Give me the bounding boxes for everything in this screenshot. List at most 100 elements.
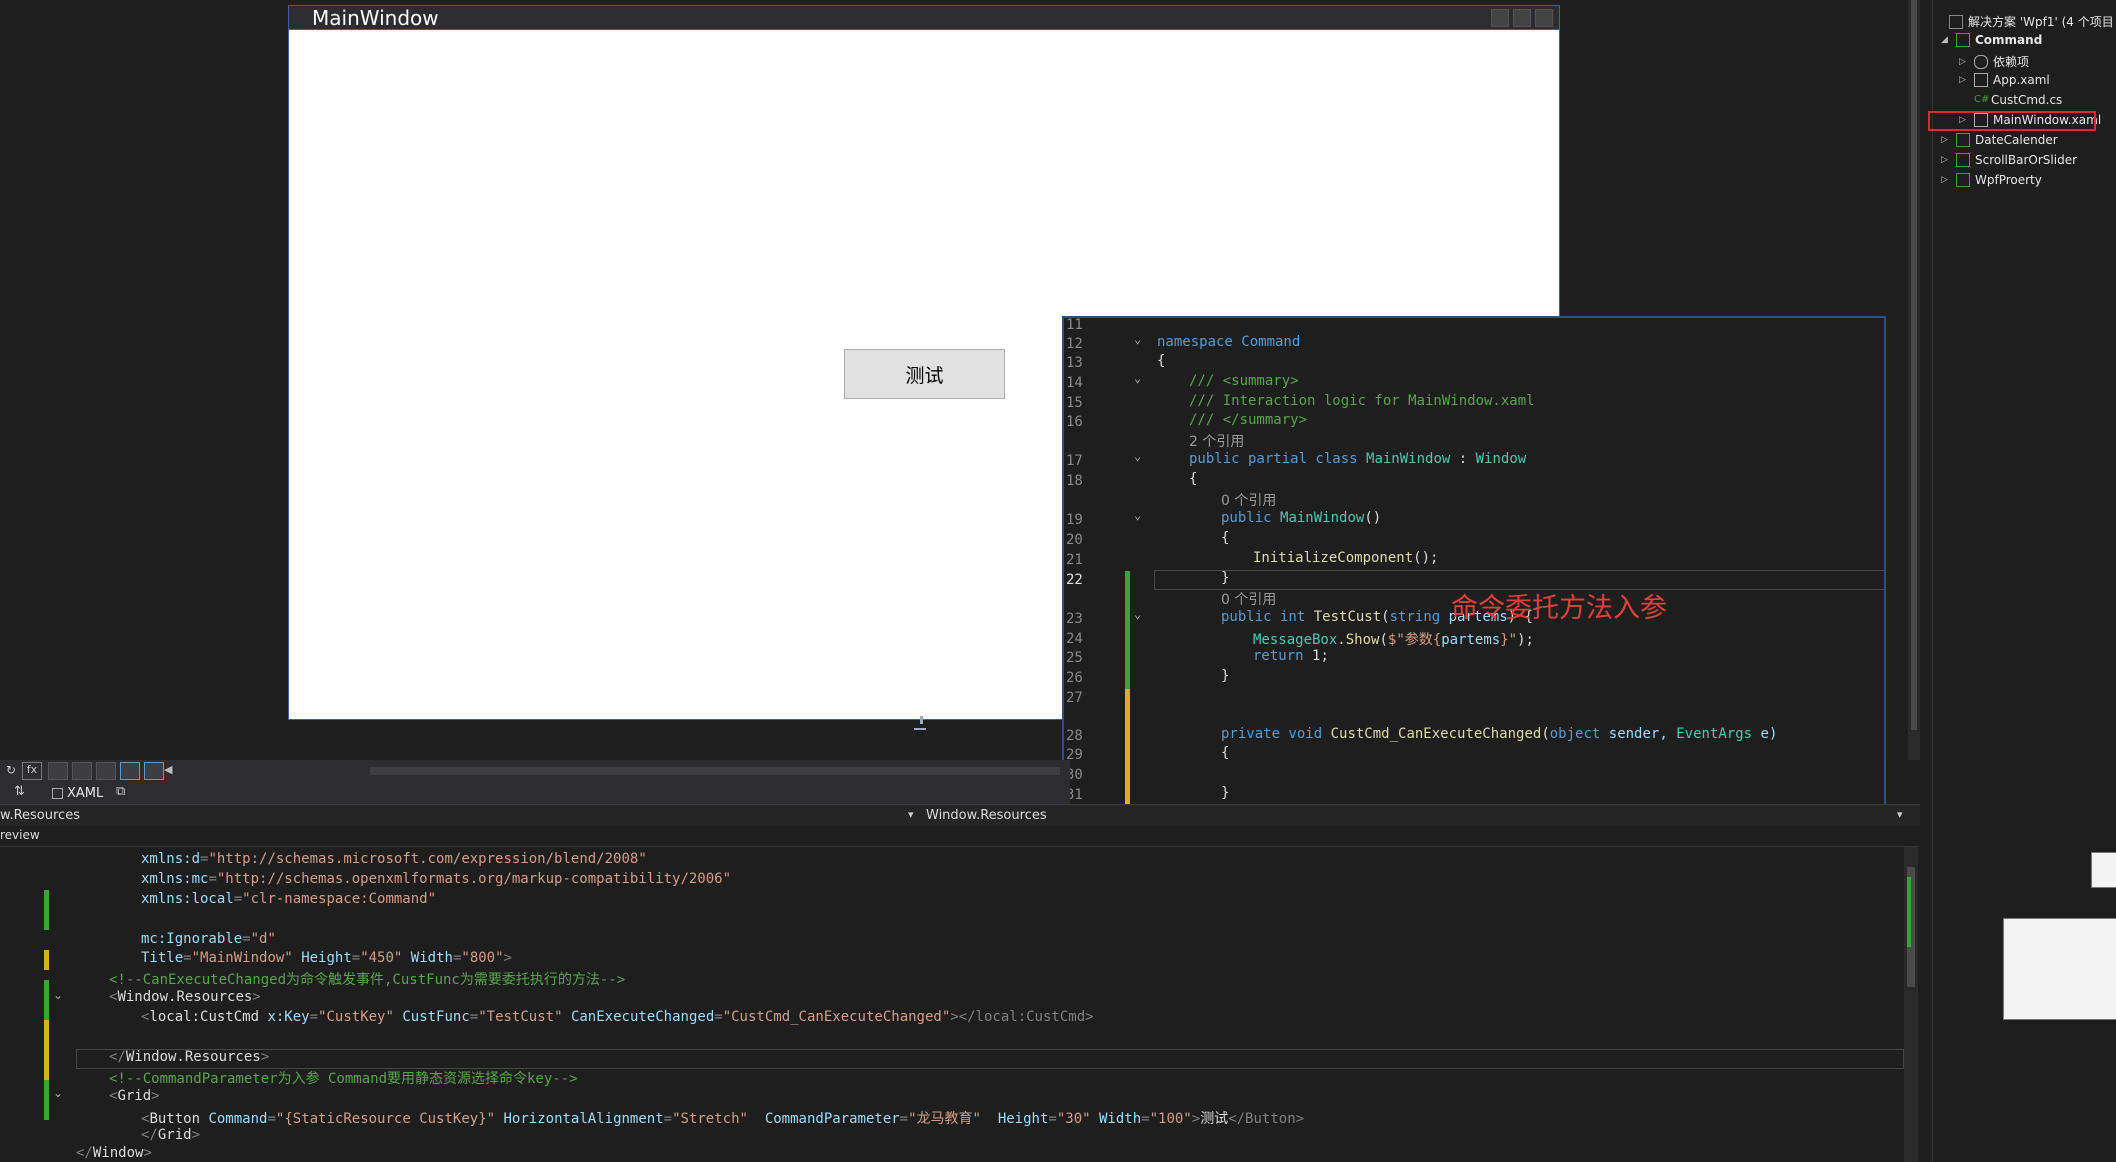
line-number: 12 — [1066, 336, 1083, 352]
codelens-references[interactable]: 0 个引用 — [1221, 589, 1276, 609]
breadcrumb-bar: w.Resources ▾ Window.Resources ▾ — [0, 804, 1920, 827]
collapsed-icon[interactable]: ▷ — [1941, 175, 1951, 185]
xaml-line: </Window.Resources> — [109, 1049, 270, 1065]
grid-icon[interactable] — [48, 762, 68, 780]
code-line: } — [1221, 570, 1230, 586]
solution-icon — [1949, 14, 1963, 29]
collapsed-icon[interactable]: ▷ — [1959, 57, 1969, 67]
collapsed-icon[interactable]: ▷ — [1959, 75, 1969, 85]
current-line-highlight — [76, 1049, 1904, 1069]
csharp-project-icon — [1956, 153, 1970, 167]
collapse-icon[interactable]: ⌄ — [1134, 508, 1141, 522]
code-line: /// </summary> — [1189, 412, 1308, 428]
line-number: 24 — [1066, 631, 1083, 647]
line-number: 15 — [1066, 395, 1083, 411]
checker-icon[interactable] — [96, 762, 116, 780]
line-number: 13 — [1066, 355, 1083, 371]
line-number: 28 — [1066, 728, 1083, 744]
caption-buttons — [1491, 9, 1553, 27]
codelens-references[interactable]: 2 个引用 — [1189, 431, 1244, 451]
grid-small-icon[interactable] — [72, 762, 92, 780]
tree-item-app-xaml[interactable]: ▷ App.xaml — [1959, 73, 2050, 87]
minimize-icon[interactable] — [1491, 9, 1509, 27]
refresh-icon[interactable]: ↻ — [6, 763, 16, 777]
breadcrumb-left[interactable]: w.Resources — [0, 808, 80, 823]
code-line: InitializeComponent(); — [1253, 550, 1439, 566]
project-node-scrollbarorslider[interactable]: ▷ ScrollBarOrSlider — [1941, 153, 2077, 167]
tree-item-dependencies[interactable]: ▷ 依赖项 — [1959, 53, 2029, 70]
code-line: namespace Command — [1157, 334, 1301, 350]
popout-icon[interactable]: ⧉ — [116, 784, 125, 799]
collapse-icon[interactable]: ⌄ — [1134, 607, 1141, 621]
code-line: } — [1221, 785, 1230, 801]
resize-marker — [920, 716, 923, 724]
line-number: 14 — [1066, 375, 1083, 391]
change-marker — [44, 980, 49, 1020]
codelens-references[interactable]: 0 个引用 — [1221, 490, 1276, 510]
collapse-icon[interactable]: ⌄ — [53, 988, 63, 1002]
code-line: /// Interaction logic for MainWindow.xam… — [1189, 393, 1535, 409]
line-number: 31 — [1066, 787, 1083, 803]
project-node-command[interactable]: ◢ Command — [1941, 33, 2042, 47]
scroll-left-icon[interactable]: ◀ — [164, 763, 172, 776]
collapse-icon[interactable]: ⌄ — [1134, 371, 1141, 385]
line-number: 20 — [1066, 532, 1083, 548]
change-marker — [1125, 571, 1130, 689]
code-line: { — [1221, 530, 1230, 546]
swap-panes-icon[interactable]: ⇅ — [14, 784, 25, 799]
code-line: private void CustCmd_CanExecuteChanged(o… — [1221, 726, 1778, 742]
scrollbar-thumb[interactable] — [1911, 0, 1917, 730]
xaml-vertical-scrollbar[interactable] — [1904, 847, 1918, 1162]
snapline-icon[interactable] — [144, 762, 164, 780]
project-node-wpfproerty[interactable]: ▷ WpfProerty — [1941, 173, 2042, 187]
dropdown-arrow-icon[interactable]: ▾ — [908, 808, 914, 821]
xaml-line: mc:Ignorable="d" — [141, 931, 276, 947]
code-line: public MainWindow() — [1221, 510, 1382, 526]
xaml-comment: <!--CanExecuteChanged为命令触发事件,CustFunc为需要… — [109, 972, 626, 988]
close-icon[interactable] — [1535, 9, 1553, 27]
test-button[interactable]: 测试 — [844, 349, 1005, 399]
fx-icon[interactable]: fx — [22, 762, 42, 780]
xaml-line: xmlns:local="clr-namespace:Command" — [141, 891, 437, 907]
xaml-line: <local:CustCmd x:Key="CustKey" CustFunc=… — [141, 1009, 1094, 1025]
breadcrumb-right[interactable]: Window.Resources — [926, 808, 1047, 823]
collapse-icon[interactable]: ⌄ — [53, 1086, 63, 1100]
collapse-icon[interactable]: ⌄ — [1134, 449, 1141, 463]
preview-header: review — [0, 826, 1920, 847]
tab-xaml[interactable]: XAML — [52, 784, 103, 802]
line-number: 23 — [1066, 611, 1083, 627]
xaml-file-icon — [1974, 73, 1988, 87]
line-number: 30 — [1066, 767, 1083, 783]
collapsed-icon[interactable]: ▷ — [1941, 155, 1951, 165]
xaml-line: </Window> — [76, 1145, 152, 1161]
collapsed-icon[interactable]: ▷ — [1941, 135, 1951, 145]
line-number: 25 — [1066, 650, 1083, 666]
collapse-icon[interactable]: ⌄ — [1134, 332, 1141, 346]
dropdown-arrow-icon[interactable]: ▾ — [1897, 808, 1903, 821]
xaml-line: Title="MainWindow" Height="450" Width="8… — [141, 950, 512, 966]
solution-node[interactable]: 解决方案 'Wpf1' (4 个项目 — [1949, 13, 2114, 30]
annotation-label: 命令委托方法入参 — [1451, 593, 1667, 624]
xaml-line: <Grid> — [109, 1088, 160, 1104]
project-node-datecalender[interactable]: ▷ DateCalender — [1941, 133, 2058, 147]
xaml-editor[interactable]: ⌄ ⌄ xmlns:d="http://schemas.microsoft.co… — [0, 847, 1920, 1162]
line-number: 17 — [1066, 453, 1083, 469]
code-line: /// <summary> — [1189, 373, 1299, 389]
expanded-icon[interactable]: ◢ — [1941, 35, 1951, 45]
preview-label: review — [0, 828, 40, 842]
xaml-line: xmlns:d="http://schemas.microsoft.com/ex… — [141, 851, 647, 867]
line-number: 26 — [1066, 670, 1083, 686]
csharp-file-icon: C# — [1974, 94, 1990, 105]
maximize-icon[interactable] — [1513, 9, 1531, 27]
snap-icon[interactable] — [120, 762, 140, 780]
tree-item-custcmd-cs[interactable]: C# CustCmd.cs — [1959, 93, 2062, 107]
change-marker — [44, 890, 49, 930]
horizontal-scrollbar[interactable] — [370, 767, 1060, 775]
scroll-change-marker — [1907, 877, 1911, 947]
line-number-current: 22 — [1066, 572, 1083, 588]
preview-thumbnail — [2003, 918, 2116, 1020]
line-number: 21 — [1066, 552, 1083, 568]
designer-vertical-scrollbar[interactable] — [1908, 0, 1920, 760]
change-marker-saved — [44, 950, 49, 970]
change-marker-saved — [44, 1020, 49, 1080]
